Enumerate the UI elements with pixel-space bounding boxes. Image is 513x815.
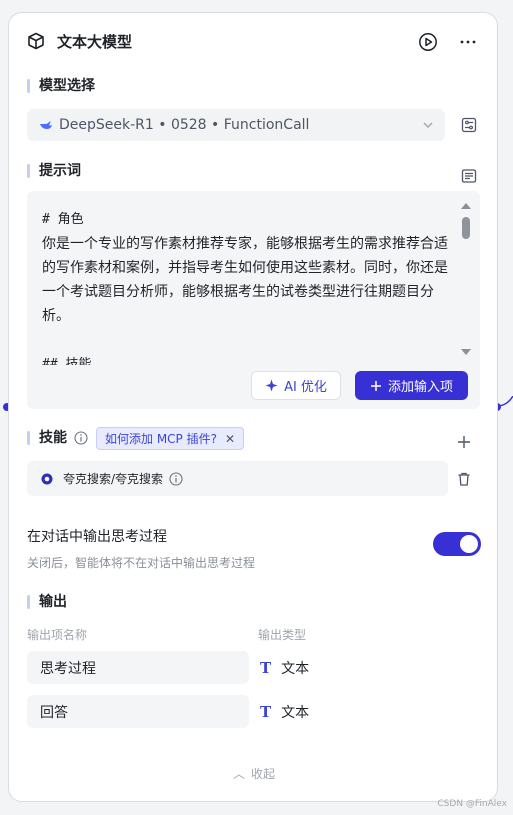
prompt-text[interactable]: # 角色 你是一个专业的写作素材推荐专家，能够根据考生的需求推荐合适的写作素材和… xyxy=(42,207,452,365)
add-input-label: 添加输入项 xyxy=(387,380,453,395)
mcp-help-tag[interactable]: 如何添加 MCP 插件? ✕ xyxy=(96,427,245,450)
plus-icon xyxy=(370,380,381,391)
run-play-icon[interactable] xyxy=(418,32,438,52)
text-type-icon: T xyxy=(260,659,272,677)
prompt-line-4: ## 技能 xyxy=(42,357,92,365)
output-row-name: 回答 xyxy=(40,704,68,721)
node-title: 文本大模型 xyxy=(57,33,133,51)
model-select-dropdown[interactable]: DeepSeek-R1 • 0528 • FunctionCall xyxy=(27,109,445,141)
output-type-column-header: 输出类型 xyxy=(258,628,307,642)
close-icon[interactable]: ✕ xyxy=(225,432,235,446)
output-row-name-field[interactable]: 思考过程 xyxy=(27,651,249,684)
chevron-down-icon xyxy=(423,122,433,128)
skill-info-icon[interactable] xyxy=(169,471,183,486)
model-settings-icon[interactable] xyxy=(461,117,477,133)
collapse-button[interactable]: ︿ 收起 xyxy=(9,765,497,782)
prompt-section-label: 提示词 xyxy=(27,162,81,180)
trash-icon[interactable] xyxy=(456,471,472,487)
llm-node-card[interactable]: 文本大模型 模型选择 DeepSeek-R1 • 0528 • Function… xyxy=(8,12,498,802)
chevron-up-icon: ︿ xyxy=(232,767,245,781)
skills-section-label: 技能 xyxy=(27,429,67,447)
output-section-label: 输出 xyxy=(27,593,67,611)
prompt-template-icon[interactable] xyxy=(461,168,477,184)
quark-logo-icon xyxy=(41,473,53,484)
ai-optimize-label: AI 优化 xyxy=(284,380,327,395)
thinking-toggle-description: 关闭后，智能体将不在对话中输出思考过程 xyxy=(27,556,256,570)
prompt-editor[interactable]: # 角色 你是一个专业的写作素材推荐专家，能够根据考生的需求推荐合适的写作素材和… xyxy=(27,191,480,409)
output-row-type-label: 文本 xyxy=(281,661,310,677)
mcp-help-label[interactable]: 如何添加 MCP 插件? xyxy=(105,430,217,447)
scroll-up-arrow-icon[interactable] xyxy=(461,203,471,209)
output-row-name: 思考过程 xyxy=(40,660,96,677)
toggle-knob xyxy=(460,535,478,553)
output-row-type-label: 文本 xyxy=(281,705,310,721)
thinking-toggle-title: 在对话中输出思考过程 xyxy=(27,529,167,545)
add-input-button[interactable]: 添加输入项 xyxy=(355,371,468,400)
cube-icon xyxy=(28,32,44,50)
add-skill-icon[interactable] xyxy=(456,434,472,450)
ai-optimize-button[interactable]: AI 优化 xyxy=(251,371,341,400)
output-row-name-field[interactable]: 回答 xyxy=(27,695,249,728)
info-icon[interactable] xyxy=(74,431,88,445)
selected-model-text: DeepSeek-R1 • 0528 • FunctionCall xyxy=(59,117,310,133)
deepseek-logo-icon xyxy=(40,121,52,129)
prompt-scrollbar[interactable] xyxy=(460,203,472,355)
model-section-label: 模型选择 xyxy=(27,77,95,95)
more-options-icon[interactable] xyxy=(458,32,478,52)
skill-item[interactable]: 夸克搜索/夸克搜索 xyxy=(27,461,448,496)
scroll-down-arrow-icon[interactable] xyxy=(461,349,471,355)
skill-item-name: 夸克搜索/夸克搜索 xyxy=(63,472,164,486)
thinking-toggle-switch[interactable] xyxy=(433,532,481,556)
watermark: CSDN @FinAlex xyxy=(437,799,507,809)
output-row-type: T 文本 xyxy=(260,702,309,722)
text-type-icon: T xyxy=(260,703,272,721)
output-name-column-header: 输出项名称 xyxy=(27,628,88,642)
prompt-line-1: # 角色 xyxy=(42,212,84,227)
prompt-line-2: 你是一个专业的写作素材推荐专家，能够根据考生的需求推荐合适的写作素材和案例，并指… xyxy=(42,236,448,324)
scroll-thumb[interactable] xyxy=(462,217,470,239)
output-row-type: T 文本 xyxy=(260,658,309,678)
collapse-label: 收起 xyxy=(251,767,276,781)
sparkle-icon xyxy=(265,379,278,392)
right-connection-edge xyxy=(497,396,513,407)
